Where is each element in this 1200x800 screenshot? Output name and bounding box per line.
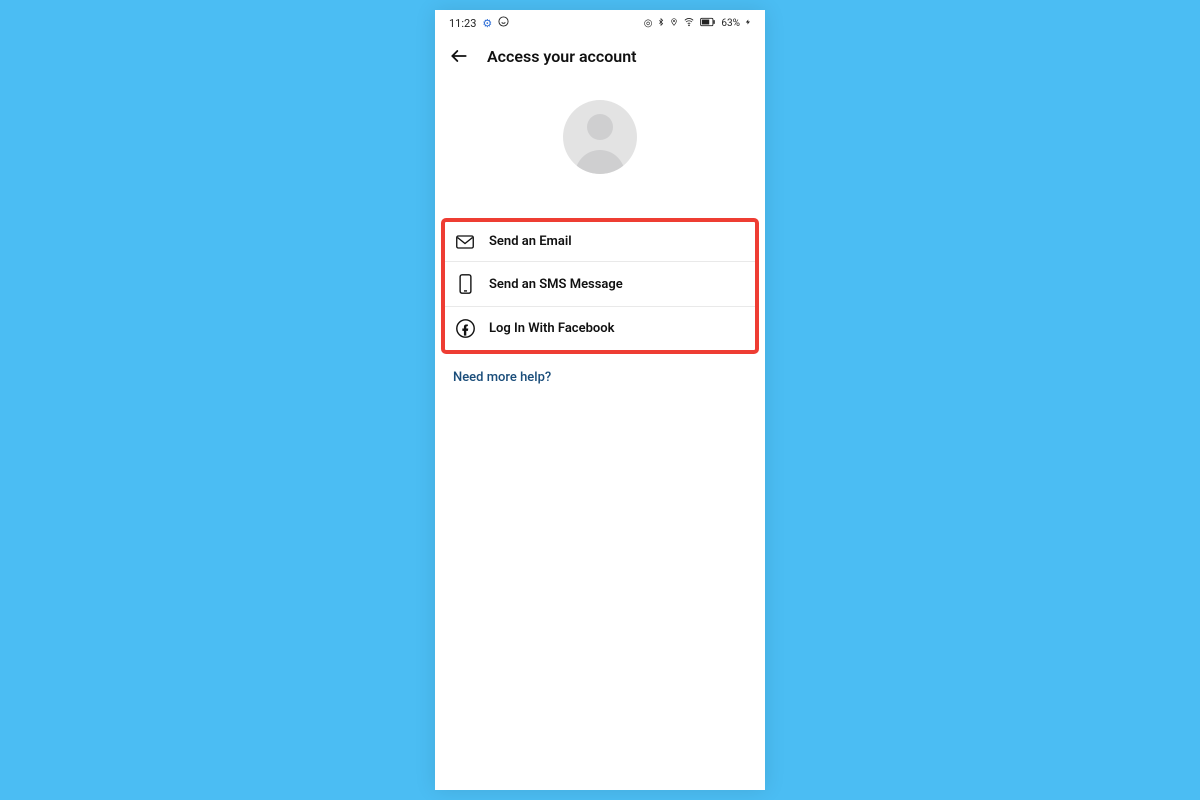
status-time: 11:23	[449, 17, 476, 30]
mail-icon	[455, 235, 475, 249]
phone-frame: 11:23 ⚙ ◎ 63%	[435, 10, 765, 790]
facebook-icon	[455, 319, 475, 338]
avatar	[563, 100, 637, 174]
battery-icon	[700, 17, 716, 30]
vibrate-icon: ◎	[644, 18, 653, 29]
recovery-options-highlight: Send an Email Send an SMS Message Log In…	[441, 218, 759, 354]
status-left: 11:23 ⚙	[449, 16, 509, 30]
settings-gear-icon: ⚙	[482, 17, 492, 30]
location-icon	[670, 17, 678, 30]
charging-icon	[745, 17, 751, 30]
login-facebook-label: Log In With Facebook	[489, 321, 614, 336]
need-help-link[interactable]: Need more help?	[453, 370, 551, 385]
wifi-icon	[683, 17, 695, 30]
whatsapp-icon	[498, 16, 509, 30]
bluetooth-icon	[657, 17, 665, 30]
send-sms-label: Send an SMS Message	[489, 277, 623, 292]
send-email-option[interactable]: Send an Email	[445, 222, 755, 262]
back-arrow-icon[interactable]	[449, 46, 469, 66]
page-title: Access your account	[487, 47, 637, 66]
avatar-container	[435, 100, 765, 174]
login-facebook-option[interactable]: Log In With Facebook	[445, 307, 755, 350]
send-email-label: Send an Email	[489, 234, 572, 249]
header: Access your account	[435, 36, 765, 72]
send-sms-option[interactable]: Send an SMS Message	[445, 262, 755, 307]
phone-icon	[455, 274, 475, 294]
status-bar: 11:23 ⚙ ◎ 63%	[435, 10, 765, 36]
battery-text: 63%	[721, 18, 740, 29]
status-right: ◎ 63%	[644, 17, 751, 30]
